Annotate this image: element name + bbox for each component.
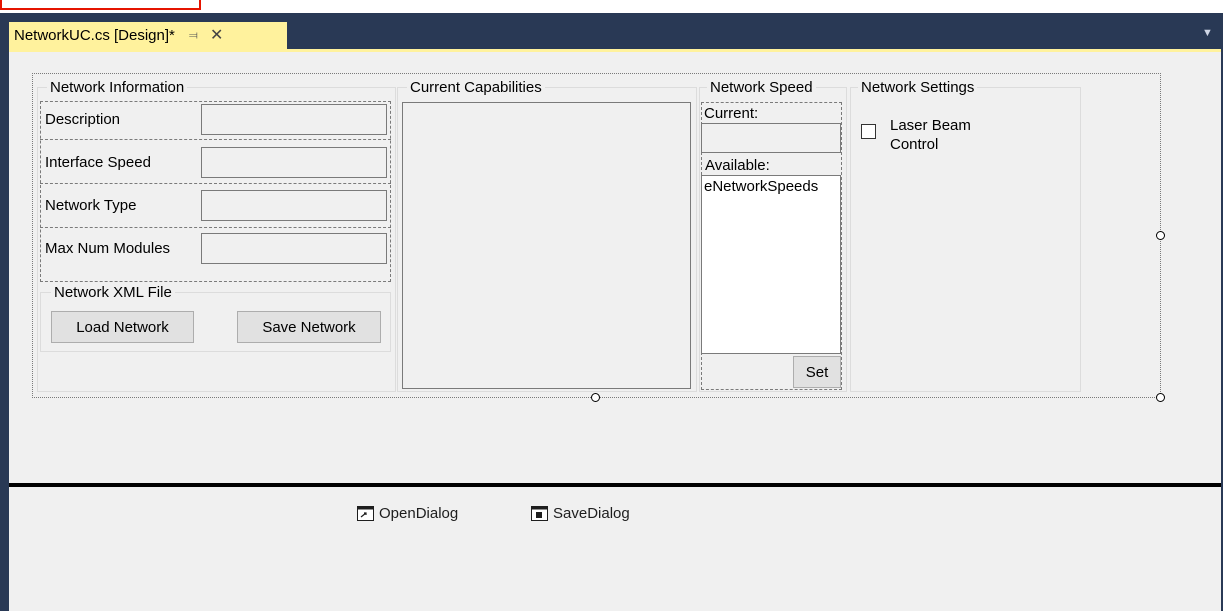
- network-type-label: Network Type: [45, 197, 137, 214]
- open-dialog-icon: [357, 506, 374, 521]
- resize-handle-corner[interactable]: [1156, 393, 1165, 402]
- highlight-box: [0, 0, 201, 10]
- network-speed-title: Network Speed: [707, 79, 816, 96]
- tab-network-uc-design[interactable]: NetworkUC.cs [Design]* ⫤ ✕: [9, 22, 287, 49]
- save-network-button[interactable]: Save Network: [237, 311, 381, 343]
- row-divider: [40, 227, 391, 228]
- network-type-field[interactable]: [201, 190, 387, 221]
- row-divider: [40, 139, 391, 140]
- current-speed-field[interactable]: [701, 123, 841, 153]
- interface-speed-field[interactable]: [201, 147, 387, 178]
- current-capabilities-textbox[interactable]: [402, 102, 691, 389]
- resize-handle-bottom[interactable]: [591, 393, 600, 402]
- close-icon[interactable]: ✕: [210, 27, 223, 44]
- description-field[interactable]: [201, 104, 387, 135]
- resize-handle-right[interactable]: [1156, 231, 1165, 240]
- network-settings-title: Network Settings: [858, 79, 978, 96]
- load-network-button[interactable]: Load Network: [51, 311, 194, 343]
- network-xml-file-title: Network XML File: [51, 284, 175, 301]
- available-speeds-label: Available:: [705, 157, 770, 174]
- laser-beam-control-checkbox[interactable]: [861, 124, 876, 139]
- row-divider: [40, 183, 391, 184]
- available-speeds-list[interactable]: eNetworkSpeeds: [701, 175, 841, 354]
- interface-speed-label: Interface Speed: [45, 154, 151, 171]
- max-num-modules-field[interactable]: [201, 233, 387, 264]
- laser-beam-label-line1: Laser Beam: [890, 117, 971, 134]
- save-dialog-component[interactable]: SaveDialog: [531, 505, 630, 522]
- description-label: Description: [45, 111, 121, 128]
- open-dialog-component[interactable]: OpenDialog: [357, 505, 458, 522]
- set-speed-button[interactable]: Set: [793, 356, 841, 388]
- laser-beam-label-line2: Control: [890, 136, 939, 153]
- save-dialog-label: SaveDialog: [553, 505, 630, 522]
- open-dialog-label: OpenDialog: [379, 505, 459, 522]
- save-dialog-icon: [531, 506, 548, 521]
- current-capabilities-title: Current Capabilities: [407, 79, 545, 96]
- pin-icon[interactable]: ⫤: [189, 28, 198, 43]
- list-item[interactable]: eNetworkSpeeds: [702, 176, 840, 197]
- tab-overflow-icon[interactable]: ▼: [1202, 27, 1213, 39]
- tab-title: NetworkUC.cs [Design]*: [14, 27, 175, 44]
- current-speed-label: Current:: [704, 105, 759, 122]
- network-information-title: Network Information: [47, 79, 188, 96]
- laser-beam-control-label: Laser Beam Control: [890, 116, 971, 154]
- max-num-modules-label: Max Num Modules: [45, 240, 171, 257]
